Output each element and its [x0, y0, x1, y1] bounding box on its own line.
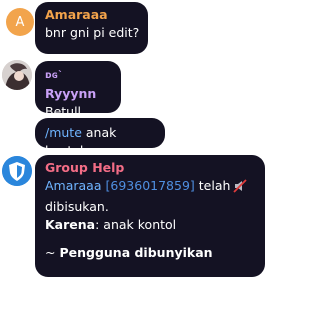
message-bubble-amaraaa[interactable]: Amaraaa bnr gni pi edit?	[35, 2, 148, 54]
user-mention-link[interactable]: Amaraaa	[45, 178, 102, 193]
shield-icon	[2, 156, 32, 186]
notice-text: telah	[198, 178, 231, 193]
mute-notice-line: Amaraaa [6936017859] telah	[45, 177, 255, 198]
message-bubble-group-help[interactable]: Group Help Amaraaa [6936017859] telah di…	[35, 155, 265, 277]
sender-name[interactable]: Amaraaa	[45, 6, 138, 24]
reason-text: : anak kontol	[95, 217, 177, 232]
reason-line: Karena: anak kontol	[45, 216, 255, 234]
sender-label: Ryyynn	[45, 86, 97, 101]
sender-prefix: ᴅɢ`	[45, 70, 64, 81]
muted-speaker-icon	[233, 179, 248, 198]
avatar-initial: A	[15, 14, 25, 30]
footer-prefix: ~	[45, 245, 56, 260]
footer-text: Pengguna dibunyikan	[59, 245, 213, 260]
avatar-group-help[interactable]	[2, 156, 32, 186]
footer-line: ~ Pengguna dibunyikan	[45, 244, 255, 262]
notice-text-continued: dibisukan.	[45, 199, 109, 214]
user-id: [6936017859]	[105, 178, 195, 193]
message-text: bnr gni pi edit?	[45, 25, 140, 40]
avatar-ryyynn[interactable]	[2, 60, 32, 90]
bot-command-link[interactable]: /mute	[45, 125, 82, 140]
message-bubble-mute-command[interactable]: /mute anak kontol	[35, 118, 165, 158]
avatar-amaraaa[interactable]: A	[6, 8, 34, 36]
reason-label: Karena	[45, 217, 96, 232]
message-bubble-ryyynn[interactable]: ᴅɢ` Ryyynn Betull	[35, 61, 121, 119]
sender-name[interactable]: ᴅɢ` Ryyynn	[45, 65, 111, 103]
sender-name[interactable]: Group Help	[45, 159, 255, 177]
avatar-image	[2, 60, 32, 90]
